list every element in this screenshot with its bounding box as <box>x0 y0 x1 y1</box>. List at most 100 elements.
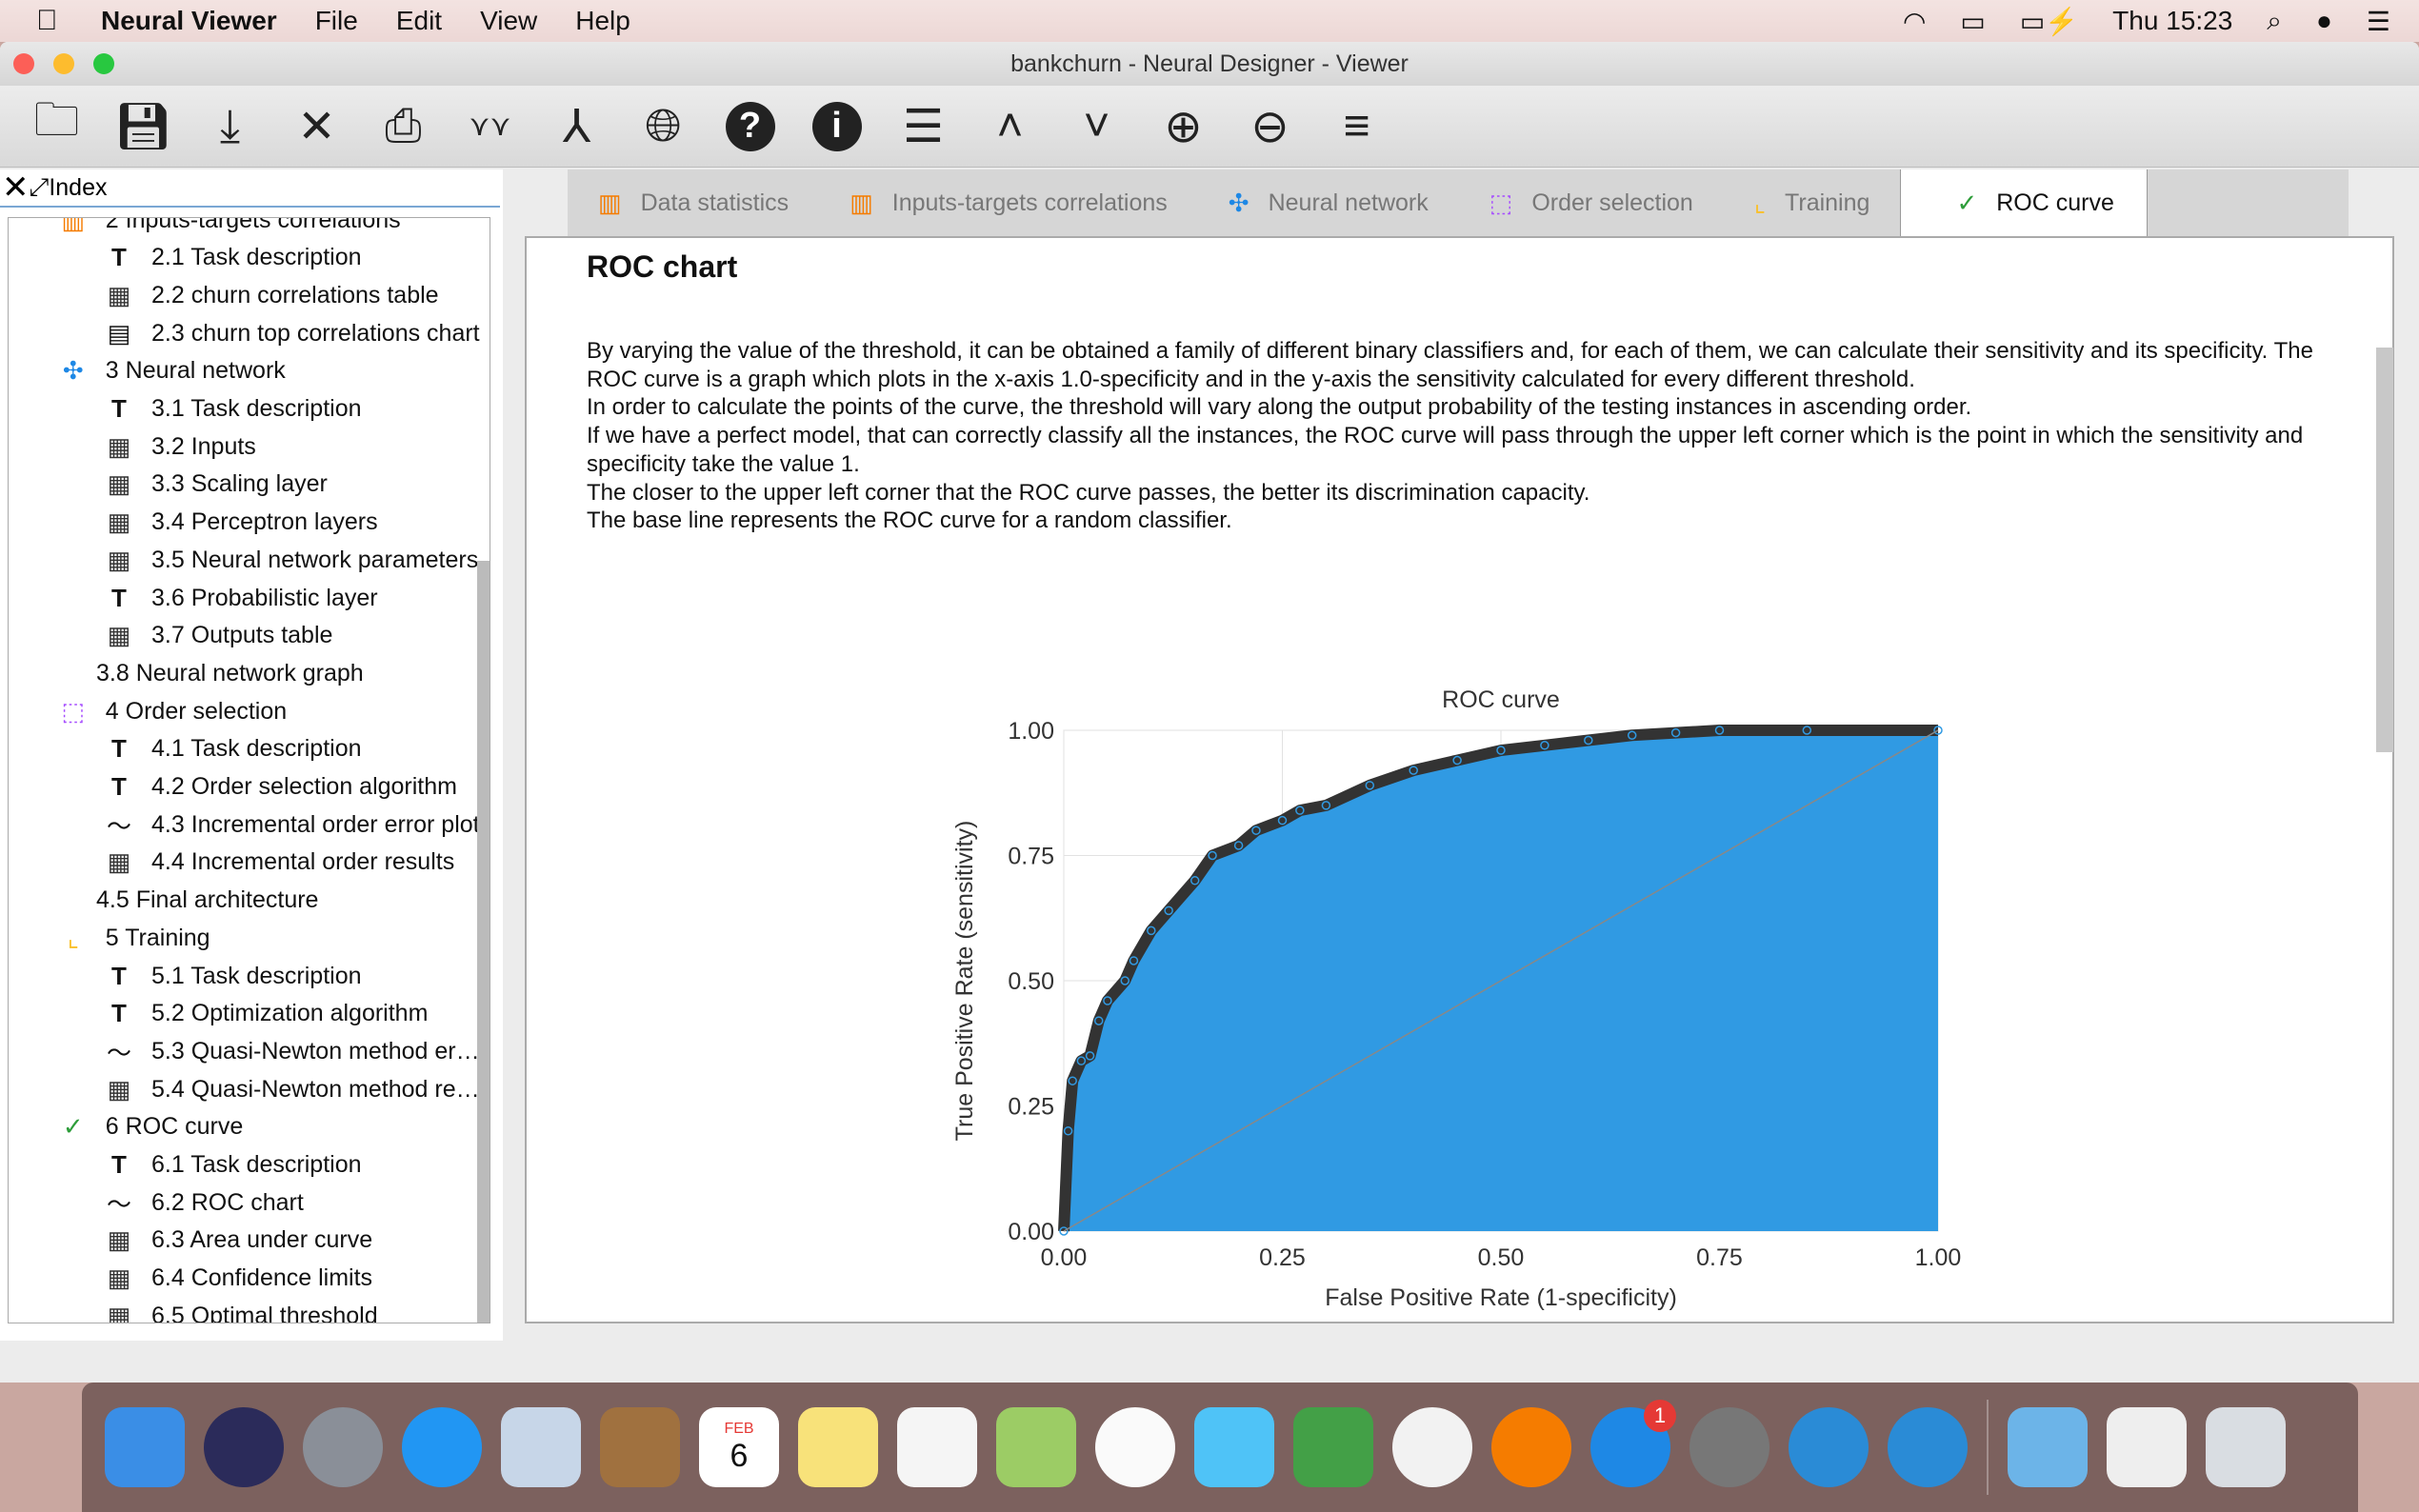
tree-item[interactable]: ▦ 3.7 Outputs table <box>100 617 333 655</box>
tab-training[interactable]: ⌞ Training <box>1724 169 1901 236</box>
text-align-icon[interactable]: ≡ <box>1313 93 1400 160</box>
tree-item[interactable]: T 5.2 Optimization algorithm <box>100 995 428 1033</box>
menu-edit[interactable]: Edit <box>396 6 442 36</box>
tree-item[interactable]: T 2.1 Task description <box>100 239 361 277</box>
tree-item[interactable]: ▼✓6 ROC curve <box>22 1108 243 1146</box>
dock-mail-icon[interactable] <box>501 1407 581 1487</box>
expand-index-icon[interactable]: ⤢ <box>30 172 50 203</box>
tree-item[interactable]: 〜 5.3 Quasi-Newton method er… <box>100 1032 480 1070</box>
dock-contacts-icon[interactable] <box>600 1407 680 1487</box>
menu-bar:  Neural Viewer File Edit View Help ◠ ▭ … <box>0 0 2419 42</box>
dock-safari-icon[interactable] <box>402 1407 482 1487</box>
menu-view[interactable]: View <box>480 6 537 36</box>
download-icon[interactable]: ⤓ <box>187 93 273 160</box>
tree-item[interactable]: 4.5 Final architecture <box>96 882 318 920</box>
tree-item[interactable]: ▼⬚4 Order selection <box>22 692 288 730</box>
dock-separator <box>1987 1400 1989 1495</box>
siri-icon[interactable]: ● <box>2316 6 2332 36</box>
tree-item[interactable]: ▦ 6.3 Area under curve <box>100 1222 372 1260</box>
close-window-button[interactable] <box>13 53 34 74</box>
notification-center-icon[interactable]: ☰ <box>2367 6 2390 37</box>
tree-item-label: 5.4 Quasi-Newton method re… <box>151 1075 480 1103</box>
spotlight-search-icon[interactable]: ⌕ <box>2267 6 2282 37</box>
zoom-out-icon[interactable]: ⊖ <box>1227 93 1313 160</box>
dock-maps-icon[interactable] <box>996 1407 1076 1487</box>
menu-icon[interactable]: ☰ <box>880 93 967 160</box>
tree-item[interactable]: ▤ 2.3 churn top correlations chart <box>100 314 480 352</box>
bar-icon: ▥ <box>61 217 86 234</box>
dock-siri-icon[interactable] <box>204 1407 284 1487</box>
tree-item[interactable]: 〜 6.2 ROC chart <box>100 1184 304 1222</box>
tree-item[interactable]: T 5.1 Task description <box>100 957 361 995</box>
battery-icon[interactable]: ▭⚡ <box>2020 6 2078 37</box>
dock-downloads-icon[interactable] <box>2008 1407 2088 1487</box>
dock-notes-icon[interactable] <box>798 1407 878 1487</box>
tree-item[interactable]: ▦ 3.2 Inputs <box>100 428 256 466</box>
tree-item[interactable]: ▼✣3 Neural network <box>22 352 286 390</box>
pdf-icon[interactable]: ⅄ <box>533 93 620 160</box>
dock-photos-icon[interactable] <box>1095 1407 1175 1487</box>
folder-open-icon[interactable]: 🗀 <box>13 93 100 160</box>
tree-item[interactable]: ▦ 6.5 Optimal threshold <box>100 1297 378 1323</box>
airplay-icon[interactable]: ▭ <box>1960 6 1985 37</box>
tree-item[interactable]: ▦ 3.5 Neural network parameters <box>100 541 479 579</box>
dock-app-store-icon[interactable]: 1 <box>1590 1400 1676 1487</box>
apple-icon[interactable]:  <box>36 5 65 37</box>
tree-item[interactable]: ▦ 3.4 Perceptron layers <box>100 504 378 542</box>
close-icon[interactable]: ✕ <box>273 93 360 160</box>
globe-icon[interactable]: 🌐︎ <box>620 93 707 160</box>
tree-item[interactable]: ▦ 6.4 Confidence limits <box>100 1260 372 1298</box>
chevron-down-icon[interactable]: ˅ <box>1053 93 1140 160</box>
print-icon[interactable]: ⎙ <box>360 93 447 160</box>
tab-data-statistics[interactable]: ▥ Data statistics <box>568 169 819 236</box>
help-icon[interactable]: ? <box>707 93 793 160</box>
menu-app-name[interactable]: Neural Viewer <box>101 6 277 36</box>
tree-item[interactable]: 〜 4.3 Incremental order error plot <box>100 806 480 844</box>
tab-inputs-targets-correlations[interactable]: ▥ Inputs-targets correlations <box>819 169 1198 236</box>
zoom-window-button[interactable] <box>93 53 114 74</box>
wifi-icon[interactable]: ◠ <box>1903 6 1926 37</box>
dock-document-icon[interactable] <box>2107 1407 2187 1487</box>
tab-roc-curve[interactable]: ✓ ROC curve <box>1900 169 2148 236</box>
tree-item[interactable]: ▼⌞5 Training <box>22 919 210 957</box>
info-icon[interactable]: i <box>793 93 880 160</box>
dock-facetime-icon[interactable] <box>1293 1407 1373 1487</box>
dock-system-preferences-icon[interactable] <box>1689 1407 1769 1487</box>
menu-help[interactable]: Help <box>575 6 630 36</box>
tree-item[interactable]: 3.8 Neural network graph <box>96 654 364 692</box>
tree-item[interactable]: ▼▥2 Inputs-targets correlations <box>22 217 401 239</box>
clock[interactable]: Thu 15:23 <box>2112 6 2232 36</box>
dock-calendar-icon[interactable]: FEB 6 <box>699 1407 779 1487</box>
dock-itunes-icon[interactable] <box>1392 1407 1472 1487</box>
dock-launchpad-icon[interactable] <box>303 1407 383 1487</box>
tab-order-selection[interactable]: ⬚ Order selection <box>1459 169 1724 236</box>
dock-reminders-icon[interactable] <box>897 1407 977 1487</box>
dock-neural-viewer-icon[interactable] <box>1888 1407 1968 1487</box>
dock-finder-icon[interactable] <box>105 1407 185 1487</box>
tree-item[interactable]: ▦ 2.2 churn correlations table <box>100 276 439 314</box>
menu-file[interactable]: File <box>315 6 358 36</box>
neural-viewer-icon[interactable]: ⋎⋎ <box>447 93 533 160</box>
tree-item[interactable]: T 4.1 Task description <box>100 730 361 768</box>
tree-item[interactable]: T 4.2 Order selection algorithm <box>100 768 457 806</box>
dock-ibooks-icon[interactable] <box>1491 1407 1571 1487</box>
tree-item[interactable]: T 3.1 Task description <box>100 390 361 428</box>
tab-neural-network[interactable]: ✣ Neural network <box>1198 169 1459 236</box>
tree-item[interactable]: T 6.1 Task description <box>100 1146 361 1184</box>
dock-trash-icon[interactable] <box>2206 1407 2286 1487</box>
zoom-in-icon[interactable]: ⊕ <box>1140 93 1227 160</box>
chevron-up-icon[interactable]: ˄ <box>967 93 1053 160</box>
content-scrollbar[interactable] <box>2376 348 2393 752</box>
check-icon: ✓ <box>1956 188 1978 217</box>
close-index-icon[interactable]: ✕ <box>2 169 30 207</box>
tree-item[interactable]: ▦ 3.3 Scaling layer <box>100 466 328 504</box>
tree-item[interactable]: T 3.6 Probabilistic layer <box>100 579 378 617</box>
sidebar-scrollbar[interactable] <box>477 561 490 1323</box>
tree-item[interactable]: ▦ 4.4 Incremental order results <box>100 844 455 882</box>
save-icon[interactable]: 💾︎ <box>100 93 187 160</box>
tree-item[interactable]: ▦ 5.4 Quasi-Newton method re… <box>100 1070 480 1108</box>
tree-item-label: 4.4 Incremental order results <box>151 848 455 876</box>
dock-messages-icon[interactable] <box>1194 1407 1274 1487</box>
minimize-window-button[interactable] <box>53 53 74 74</box>
dock-neural-designer-icon[interactable] <box>1789 1407 1869 1487</box>
